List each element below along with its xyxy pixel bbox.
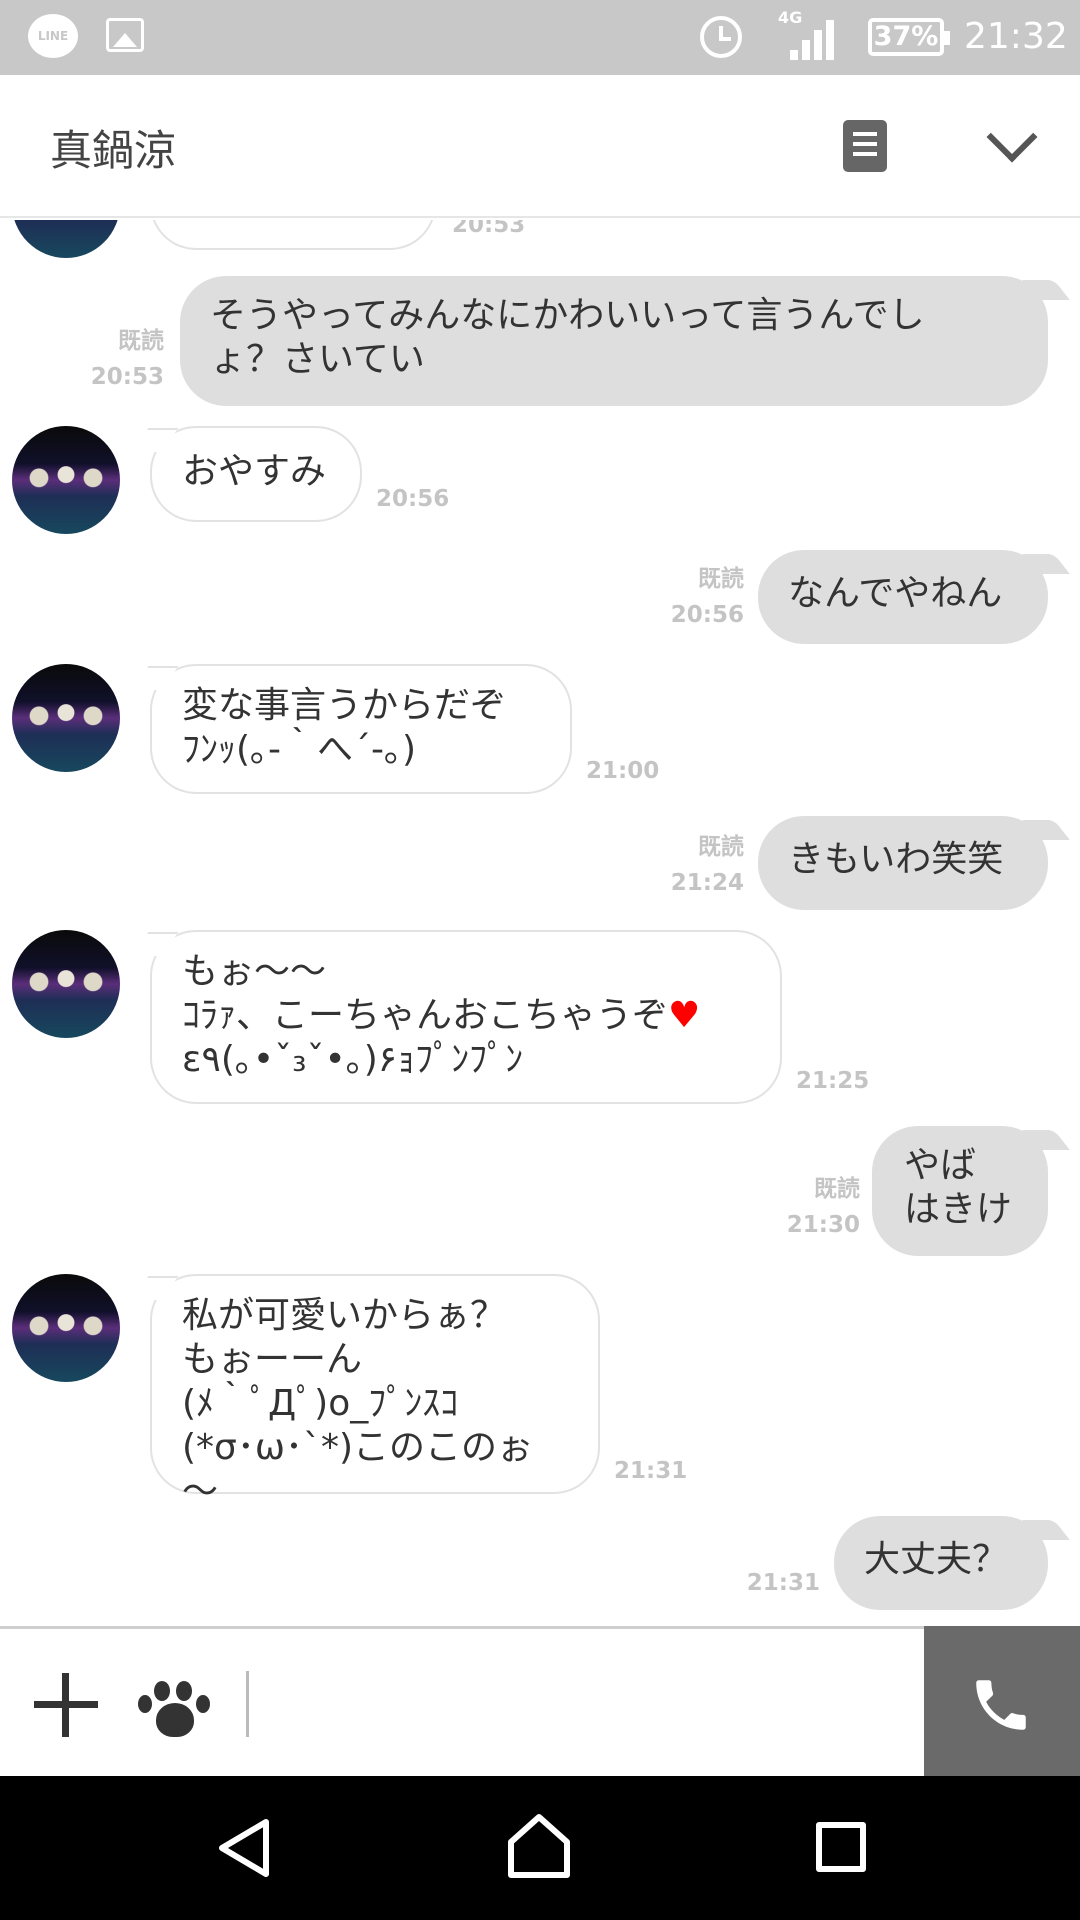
battery-icon: 37% xyxy=(868,18,950,56)
message-time: 20:53 xyxy=(452,220,526,238)
phone-icon xyxy=(976,1680,1026,1730)
message-list[interactable]: 20:53 既読 20:53 そうやってみんなにかわいいって言うんでし ょ？さい… xyxy=(0,220,1080,1626)
message-input[interactable] xyxy=(246,1671,906,1737)
outgoing-message[interactable]: そうやってみんなにかわいいって言うんでし ょ？さいてい xyxy=(180,276,1048,406)
call-button[interactable] xyxy=(924,1626,1080,1779)
line-notification-icon: LINE xyxy=(28,14,78,58)
contact-avatar[interactable] xyxy=(12,426,120,534)
message-text: もぉ～～ ｺﾗｧ、こーちゃんおこちゃうぞ xyxy=(182,951,669,1036)
read-receipt: 既読 xyxy=(698,566,744,592)
message-time: 20:53 xyxy=(90,364,164,390)
message-time: 21:30 xyxy=(786,1212,860,1238)
image-notification-icon xyxy=(106,18,144,52)
message-time: 21:31 xyxy=(614,1458,688,1484)
chat-header: 真鍋涼 xyxy=(0,75,1080,218)
message-time: 20:56 xyxy=(376,486,450,512)
outgoing-message[interactable]: やば はきけ xyxy=(872,1126,1048,1256)
contact-avatar[interactable] xyxy=(12,664,120,772)
message-text-line: ε٩(｡•ˇ₃ˇ•｡)۶ｮﾌﾟﾝﾌﾟﾝ xyxy=(182,1039,524,1080)
contact-avatar[interactable] xyxy=(12,220,120,258)
home-icon[interactable] xyxy=(506,1812,572,1880)
message-time: 21:31 xyxy=(746,1570,820,1596)
plus-icon[interactable] xyxy=(34,1673,98,1737)
read-receipt: 既読 xyxy=(698,834,744,860)
outgoing-message[interactable]: なんでやねん xyxy=(758,550,1048,644)
outgoing-message[interactable]: きもいわ笑笑 xyxy=(758,816,1048,910)
contact-avatar[interactable] xyxy=(12,930,120,1038)
alarm-icon xyxy=(700,16,742,58)
signal-icon xyxy=(790,18,838,60)
back-icon[interactable] xyxy=(214,1816,274,1880)
message-time: 21:24 xyxy=(670,870,744,896)
status-time: 21:32 xyxy=(964,16,1068,57)
incoming-message[interactable] xyxy=(150,220,436,250)
heart-emoji: ♥ xyxy=(668,995,701,1036)
incoming-message[interactable]: 変な事言うからだぞ ﾌﾝｯ(｡-｀へ´-｡) xyxy=(150,664,572,794)
read-receipt: 既読 xyxy=(118,328,164,354)
read-receipt: 既読 xyxy=(814,1176,860,1202)
notes-icon[interactable] xyxy=(843,120,887,172)
status-bar: LINE 4G 37% 21:32 xyxy=(0,0,1080,75)
navigation-bar xyxy=(0,1776,1080,1920)
chevron-down-icon[interactable] xyxy=(986,119,1032,165)
paw-icon[interactable] xyxy=(134,1679,212,1739)
incoming-message[interactable]: 私が可愛いからぁ？ もぉーーん (ﾒ｀ﾟДﾟ)o_ﾌﾟﾝｽｺ (*σ･ω･`*)… xyxy=(150,1274,600,1512)
message-time: 21:00 xyxy=(586,758,660,784)
message-time: 20:56 xyxy=(670,602,744,628)
message-input-bar xyxy=(0,1626,1080,1779)
incoming-message[interactable]: おやすみ xyxy=(150,426,362,522)
incoming-message[interactable]: もぉ～～ ｺﾗｧ、こーちゃんおこちゃうぞ♥ ε٩(｡•ˇ₃ˇ•｡)۶ｮﾌﾟﾝﾌﾟ… xyxy=(150,930,782,1104)
recent-apps-icon[interactable] xyxy=(816,1822,866,1872)
contact-avatar[interactable] xyxy=(12,1274,120,1382)
outgoing-message[interactable]: 大丈夫？ xyxy=(834,1516,1048,1610)
message-time: 21:25 xyxy=(796,1068,870,1094)
chat-title: 真鍋涼 xyxy=(50,126,177,175)
